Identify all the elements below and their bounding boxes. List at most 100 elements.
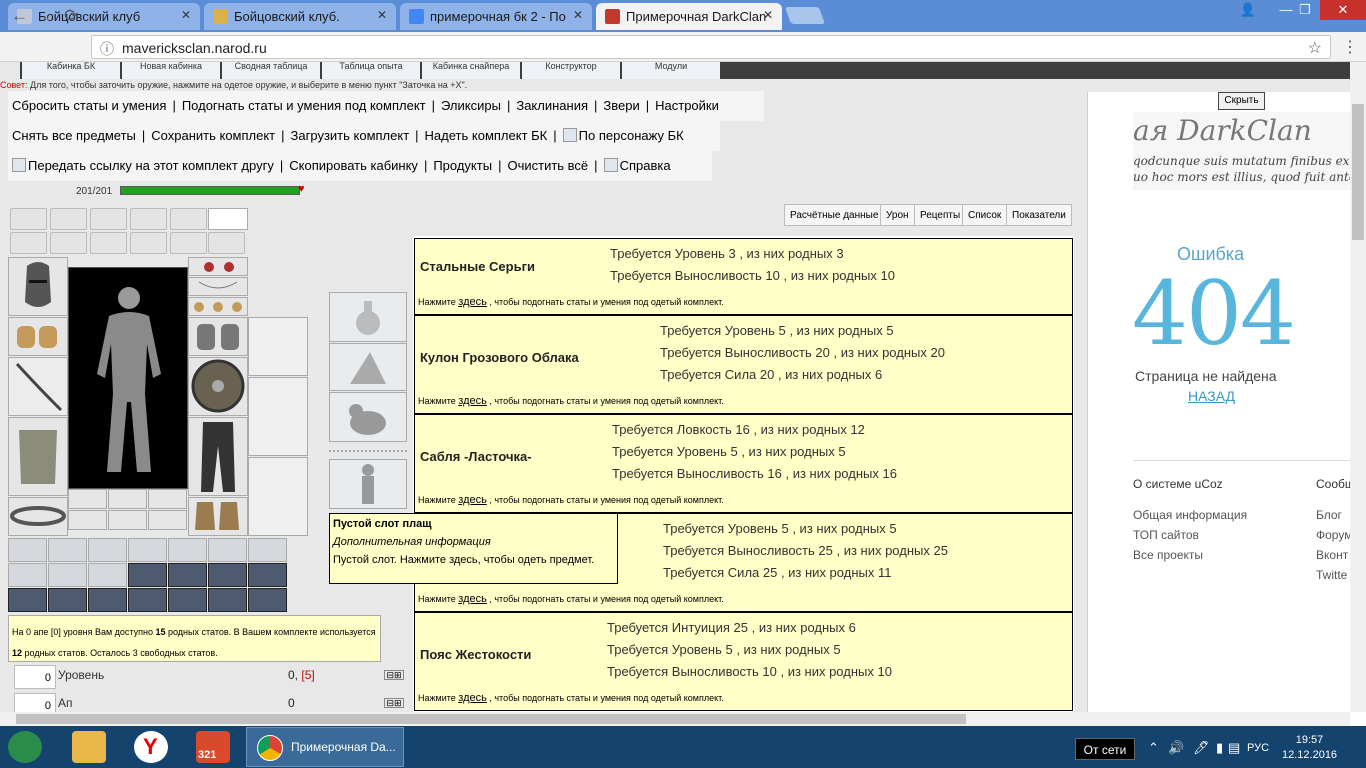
small-slot[interactable]: [68, 489, 107, 509]
menu-link[interactable]: Скопировать кабинку: [289, 158, 418, 173]
top-nav-tab[interactable]: Таблица опыта: [322, 62, 420, 79]
extra-slot-2[interactable]: [248, 457, 308, 536]
data-tab[interactable]: Расчётные данные: [784, 204, 885, 226]
stat-plus-minus-button[interactable]: ⊟⊞: [384, 698, 404, 708]
browser-tab[interactable]: Примерочная DarkClan ✕: [596, 3, 782, 30]
inventory-slot[interactable]: [168, 538, 207, 562]
hide-button[interactable]: Скрыть: [1218, 92, 1265, 110]
inventory-slot[interactable]: [128, 563, 167, 587]
social-link[interactable]: Блог: [1316, 508, 1342, 522]
belt-slot[interactable]: [8, 497, 68, 536]
tray-expand-icon[interactable]: ⌃: [1148, 740, 1159, 756]
notes-icon[interactable]: ▤: [1228, 740, 1240, 756]
power-icon[interactable]: ▮: [1216, 740, 1223, 756]
restore-button[interactable]: ❐: [1289, 0, 1321, 20]
tab-close-icon[interactable]: ✕: [377, 8, 387, 22]
fit-stats-link[interactable]: здесь: [458, 692, 487, 704]
inventory-slot[interactable]: [248, 538, 287, 562]
menu-link[interactable]: Подогнать статы и умения под комплект: [182, 98, 426, 113]
data-tab[interactable]: Урон: [880, 204, 915, 226]
explorer-icon[interactable]: [72, 731, 106, 763]
stat-input[interactable]: 0: [14, 693, 56, 712]
weapon-slot[interactable]: [8, 357, 68, 416]
menu-link[interactable]: Справка: [603, 158, 671, 173]
ring-slots-top[interactable]: [188, 297, 248, 316]
scroll-slot[interactable]: [130, 232, 167, 254]
inventory-slot[interactable]: [168, 588, 207, 612]
armor-slot[interactable]: [8, 417, 68, 496]
stat-plus-minus-button[interactable]: ⊟⊞: [384, 670, 404, 680]
inventory-slot[interactable]: [248, 588, 287, 612]
top-nav-tab[interactable]: Кабинка БК: [22, 62, 120, 79]
data-tab[interactable]: Показатели: [1006, 204, 1072, 226]
inventory-slot[interactable]: [48, 588, 87, 612]
bookmark-star-icon[interactable]: ☆: [1308, 38, 1322, 58]
empty-slot-placeholder[interactable]: [208, 208, 248, 230]
inventory-slot[interactable]: [8, 563, 47, 587]
social-link[interactable]: Twitte: [1316, 568, 1347, 582]
tab-close-icon[interactable]: ✕: [181, 8, 191, 22]
address-bar[interactable]: ⓘ mavericksclan.narod.ru ☆: [91, 35, 1331, 59]
fit-stats-link[interactable]: здесь: [458, 494, 487, 506]
top-nav-tab[interactable]: Конструктор: [522, 62, 620, 79]
data-tab[interactable]: Список: [962, 204, 1008, 226]
top-nav-tab[interactable]: Кабинка снайпера: [422, 62, 520, 79]
fit-stats-link[interactable]: здесь: [458, 395, 487, 407]
fit-stats-link[interactable]: здесь: [458, 296, 487, 308]
tab-close-icon[interactable]: ✕: [573, 8, 583, 22]
ucoz-link[interactable]: Общая информация: [1133, 508, 1247, 522]
top-nav-tab[interactable]: Сводная таблица: [222, 62, 320, 79]
shield-slot[interactable]: [188, 357, 248, 416]
menu-link[interactable]: Эликсиры: [441, 98, 501, 113]
scroll-slot[interactable]: [10, 208, 47, 230]
volume-icon[interactable]: 🔊: [1168, 740, 1184, 756]
menu-link[interactable]: Загрузить комплект: [291, 128, 410, 143]
scroll-slot[interactable]: [170, 208, 207, 230]
small-slot[interactable]: [68, 510, 107, 530]
small-slot[interactable]: [108, 489, 147, 509]
scroll-slot[interactable]: [170, 232, 207, 254]
menu-link[interactable]: Снять все предметы: [12, 128, 136, 143]
companion-slot[interactable]: [329, 459, 407, 509]
scroll-slot[interactable]: [50, 232, 87, 254]
back-link[interactable]: НАЗАД: [1188, 388, 1235, 404]
amulet-slot[interactable]: [188, 277, 248, 296]
inventory-slot[interactable]: [128, 588, 167, 612]
menu-link[interactable]: Сохранить комплект: [151, 128, 275, 143]
menu-link[interactable]: Надеть комплект БК: [425, 128, 548, 143]
horizontal-scrollbar[interactable]: [0, 712, 1350, 726]
forward-icon[interactable]: →: [37, 6, 54, 26]
small-slot[interactable]: [148, 489, 187, 509]
elixir-slot[interactable]: [329, 292, 407, 342]
inventory-slot[interactable]: [208, 538, 247, 562]
social-link[interactable]: Вконт: [1316, 548, 1348, 562]
scroll-thumb[interactable]: [16, 714, 966, 724]
new-tab-button[interactable]: [784, 7, 826, 24]
scroll-slot[interactable]: [10, 232, 47, 254]
browser-tab[interactable]: примерочная бк 2 - По ✕: [400, 3, 592, 30]
back-icon[interactable]: ←: [11, 6, 28, 26]
stat-input[interactable]: 0: [14, 665, 56, 689]
fit-stats-link[interactable]: здесь: [458, 593, 487, 605]
inventory-slot[interactable]: [8, 538, 47, 562]
menu-link[interactable]: Продукты: [433, 158, 492, 173]
cloak-slot[interactable]: [248, 317, 308, 376]
inventory-slot[interactable]: [48, 563, 87, 587]
start-button[interactable]: [8, 731, 42, 763]
inventory-slot[interactable]: [88, 588, 127, 612]
yandex-icon[interactable]: Y: [134, 731, 168, 763]
ucoz-link[interactable]: Все проекты: [1133, 548, 1203, 562]
menu-link[interactable]: По персонажу БК: [562, 128, 684, 143]
boots-slot[interactable]: [188, 497, 248, 536]
clock[interactable]: 19:57 12.12.2016: [1282, 733, 1337, 763]
menu-link[interactable]: Настройки: [655, 98, 719, 113]
inventory-slot[interactable]: [8, 588, 47, 612]
scroll-thumb[interactable]: [1352, 104, 1364, 240]
pet-slot[interactable]: [329, 392, 407, 442]
top-nav-tab[interactable]: Модули: [622, 62, 720, 79]
bracers-slot[interactable]: [8, 317, 68, 356]
ucoz-link[interactable]: ТОП сайтов: [1133, 528, 1199, 542]
scroll-slot[interactable]: [208, 232, 245, 254]
inventory-slot[interactable]: [48, 538, 87, 562]
inventory-slot[interactable]: [208, 563, 247, 587]
